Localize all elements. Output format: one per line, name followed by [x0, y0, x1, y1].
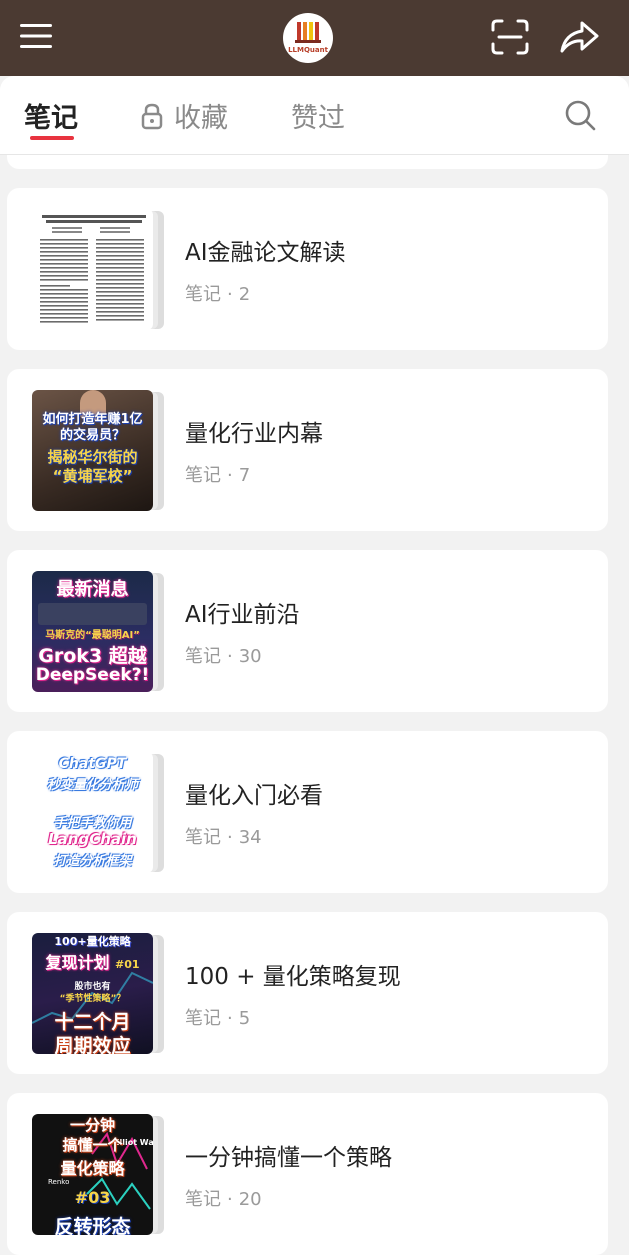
- cover-image: 如何打造年赚1亿 的交易员？ 揭秘华尔街的 “黄埔军校”: [32, 390, 153, 511]
- cover-stack: Elliot Wave Renko 一分钟 搞懂一个 量化策略 #03 反转形态: [32, 1114, 172, 1236]
- collection-title: 100 + 量化策略复现: [185, 964, 401, 990]
- search-icon[interactable]: [563, 98, 597, 132]
- logo-text: LLMQuant: [288, 46, 328, 54]
- note-count: 2: [238, 284, 251, 305]
- cover-image-paper: [32, 209, 153, 330]
- note-count: 34: [238, 827, 262, 848]
- cover-text: #01: [115, 958, 140, 971]
- collection-title: AI行业前沿: [185, 602, 300, 628]
- cover-stack: [32, 209, 172, 331]
- cover-text: 的交易员？: [59, 428, 125, 443]
- active-tab-indicator: [30, 136, 74, 140]
- previous-card-edge: [7, 155, 608, 169]
- menu-icon[interactable]: [18, 20, 54, 52]
- cover-image: Elliot Wave Renko 一分钟 搞懂一个 量化策略 #03 反转形态: [32, 1114, 153, 1235]
- cover-text: LangChain: [48, 830, 137, 848]
- meta-label: 笔记: [185, 827, 221, 848]
- meta-label: 笔记: [185, 465, 221, 486]
- lock-icon: [141, 103, 163, 129]
- cover-image: 100+量化策略 复现计划 #01 股市也有 “季节性策略”？ 十二个月 周期效…: [32, 933, 153, 1054]
- cover-text: 100+量化策略: [54, 935, 131, 948]
- cover-text: 周期效应: [54, 1035, 131, 1054]
- cover-text: 量化策略: [60, 1159, 125, 1178]
- collection-title: 一分钟搞懂一个策略: [185, 1145, 392, 1171]
- cover-text: 揭秘华尔街的: [47, 448, 138, 466]
- cover-text: 搞懂一个: [62, 1136, 123, 1154]
- collection-card[interactable]: 100+量化策略 复现计划 #01 股市也有 “季节性策略”？ 十二个月 周期效…: [7, 912, 608, 1074]
- tab-liked[interactable]: 赞过: [291, 96, 345, 135]
- logo-mark-icon: [295, 22, 321, 43]
- cover-text: 打造分析框架: [53, 854, 132, 869]
- collection-meta: 笔记 · 5: [185, 1008, 251, 1029]
- cover-tag: Renko: [48, 1178, 70, 1186]
- cover-text: “黄埔军校”: [52, 467, 133, 485]
- top-bar: LLMQuant: [0, 0, 629, 76]
- cover-row: 复现计划 #01: [32, 949, 153, 973]
- cover-text: 手把手教你用: [53, 816, 132, 831]
- cover-stack: 100+量化策略 复现计划 #01 股市也有 “季节性策略”？ 十二个月 周期效…: [32, 933, 172, 1055]
- cover-text: 反转形态: [54, 1216, 131, 1235]
- meta-label: 笔记: [185, 284, 221, 305]
- cover-text: DeepSeek?!: [35, 665, 150, 685]
- scan-icon[interactable]: [490, 18, 530, 56]
- tab-notes[interactable]: 笔记: [24, 96, 78, 135]
- cover-text: 十二个月: [54, 1011, 131, 1033]
- collection-card[interactable]: ChatGPT 秒变量化分析师 手把手教你用 LangChain 打造分析框架 …: [7, 731, 608, 893]
- note-count: 30: [238, 646, 262, 667]
- cover-text: 最新消息: [56, 579, 129, 600]
- collection-title: 量化入门必看: [185, 783, 323, 809]
- meta-label: 笔记: [185, 646, 221, 667]
- meta-label: 笔记: [185, 1008, 221, 1029]
- cover-text: 复现计划: [45, 953, 110, 972]
- meta-label: 笔记: [185, 1189, 221, 1210]
- collection-meta: 笔记 · 34: [185, 827, 262, 848]
- cover-text: 一分钟: [69, 1116, 115, 1134]
- collection-card[interactable]: 最新消息 马斯克的“最聪明AI” Grok3 超越 DeepSeek?! AI行…: [7, 550, 608, 712]
- collection-meta: 笔记 · 30: [185, 646, 262, 667]
- cover-text: 马斯克的“最聪明AI”: [45, 630, 140, 641]
- collection-meta: 笔记 · 20: [185, 1189, 262, 1210]
- tab-favorites[interactable]: 收藏: [140, 96, 228, 135]
- note-count: 7: [238, 465, 251, 486]
- collection-meta: 笔记 · 2: [185, 284, 251, 305]
- cover-image: ChatGPT 秒变量化分析师 手把手教你用 LangChain 打造分析框架: [32, 752, 153, 873]
- note-count: 5: [238, 1008, 251, 1029]
- cover-image: 最新消息 马斯克的“最聪明AI” Grok3 超越 DeepSeek?!: [32, 571, 153, 692]
- collection-card[interactable]: Elliot Wave Renko 一分钟 搞懂一个 量化策略 #03 反转形态…: [7, 1093, 608, 1255]
- cover-stack: 如何打造年赚1亿 的交易员？ 揭秘华尔街的 “黄埔军校”: [32, 390, 172, 512]
- share-icon[interactable]: [558, 18, 600, 56]
- cover-stack: 最新消息 马斯克的“最聪明AI” Grok3 超越 DeepSeek?!: [32, 571, 172, 693]
- cover-text: #03: [74, 1188, 111, 1207]
- cover-text: ChatGPT: [58, 756, 127, 772]
- cover-stack: ChatGPT 秒变量化分析师 手把手教你用 LangChain 打造分析框架: [32, 752, 172, 874]
- brand-logo[interactable]: LLMQuant: [283, 13, 333, 63]
- collection-meta: 笔记 · 7: [185, 465, 251, 486]
- note-count: 20: [238, 1189, 262, 1210]
- tab-bar: 笔记 收藏 赞过: [0, 76, 629, 155]
- cover-text: 秒变量化分析师: [46, 778, 138, 793]
- collection-card[interactable]: 如何打造年赚1亿 的交易员？ 揭秘华尔街的 “黄埔军校” 量化行业内幕 笔记 · 7: [7, 369, 608, 531]
- collection-card[interactable]: AI金融论文解读 笔记 · 2: [7, 188, 608, 350]
- tab-favorites-label: 收藏: [174, 103, 228, 134]
- cover-text: “季节性策略”？: [59, 994, 126, 1004]
- collection-title: 量化行业内幕: [185, 421, 323, 447]
- cover-text: Grok3 超越: [38, 645, 147, 667]
- collection-title: AI金融论文解读: [185, 240, 346, 266]
